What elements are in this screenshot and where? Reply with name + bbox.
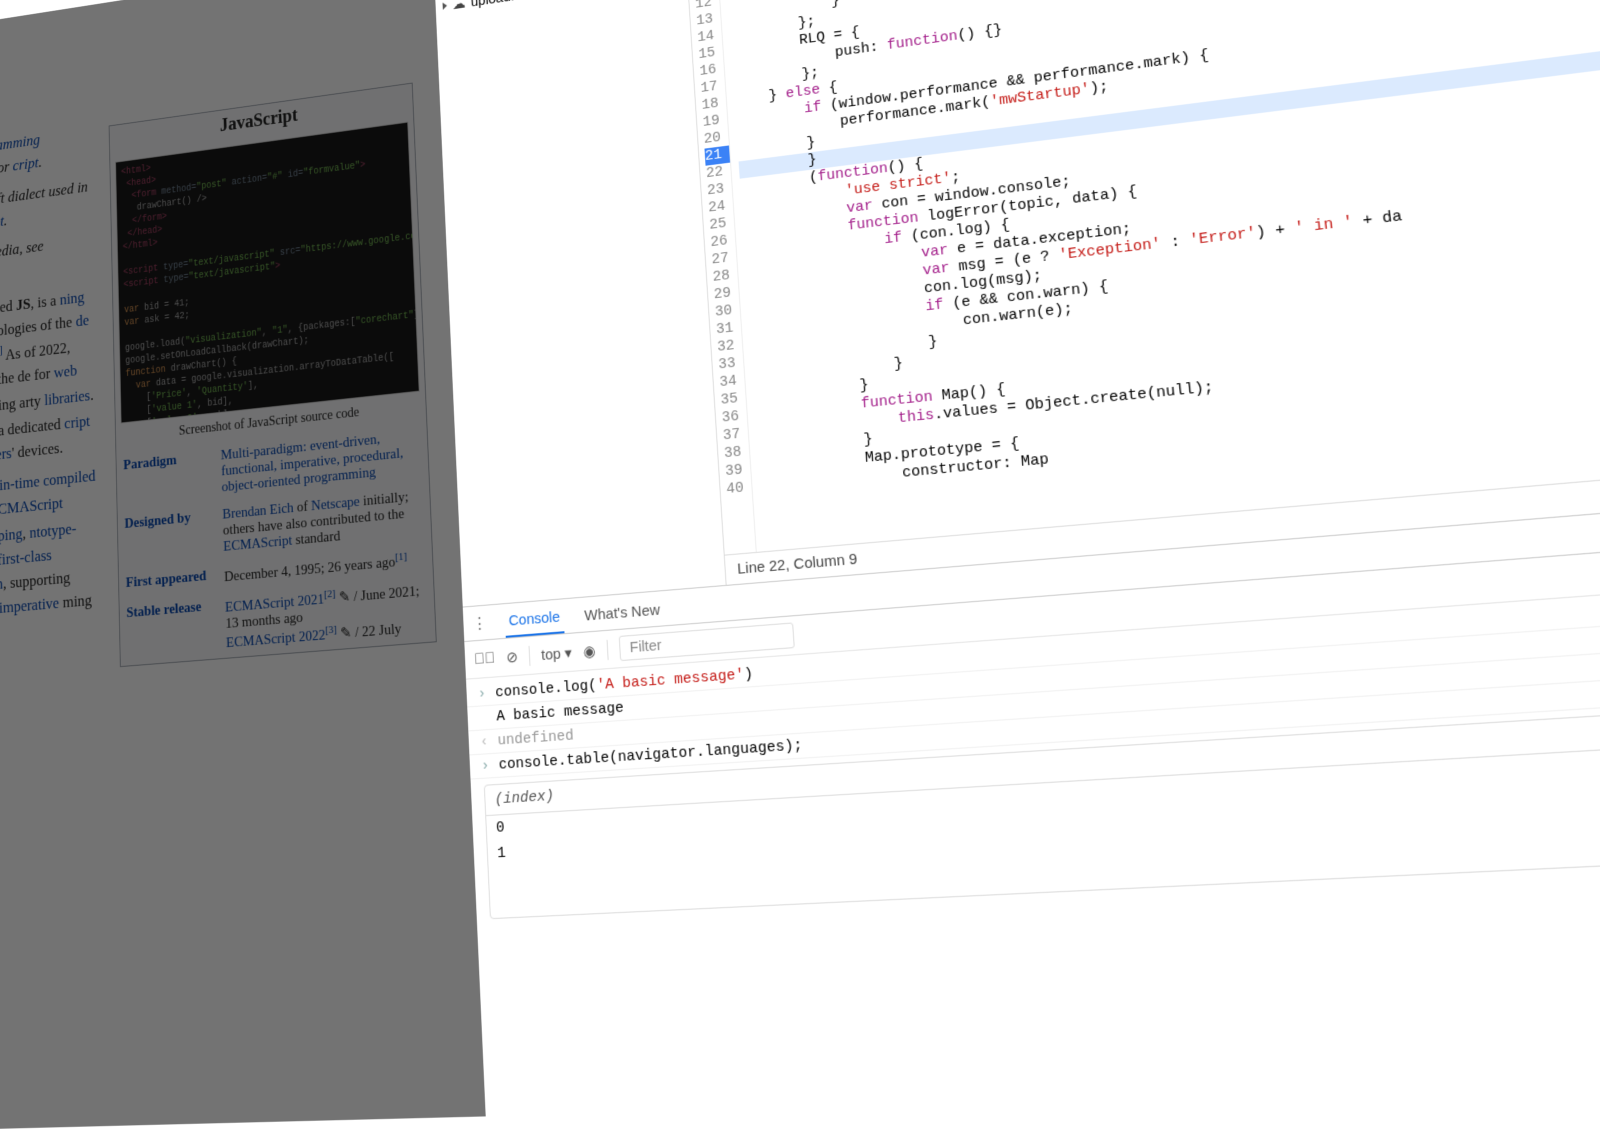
return-chevron-icon: ‹ [480,734,489,752]
code-area[interactable]: while (window. NORLQ.shift()(); } NORLQ … [714,0,1600,552]
wiki-link[interactable]: cript [13,154,39,174]
file-tree[interactable]: wiki JavaScript ☁ upload.wikimedia.org [433,0,727,607]
infobox: JavaScript <html> <head> <form method="p… [109,83,437,668]
clear-icon[interactable]: ⊘ [506,648,519,667]
code-editor[interactable]: 7891011121314151617181920212223242526272… [684,0,1600,585]
domain-label: upload.wikimedia.org [470,0,597,10]
disclosure-icon[interactable] [443,2,448,10]
infobox-link[interactable]: Multi-paradigm: event-driven, functional… [221,432,404,495]
infobox-image: <html> <head> <form method="post" action… [115,122,419,424]
tab-console[interactable]: Console [504,600,564,637]
devtools-panel: wiki JavaScript ☁ upload.wikimedia.org 7… [433,0,1600,1116]
play-icon[interactable]: ▸⃞ [474,650,496,668]
infobox-row-key: Stable release [119,592,219,666]
filter-input[interactable]: Filter [619,623,795,662]
infobox-row-key: Paradigm [116,443,215,511]
input-chevron-icon: › [481,758,490,776]
cloud-icon: ☁ [452,0,466,13]
context-selector[interactable]: top ▾ [541,644,572,664]
tab-whats-new[interactable]: What's New [580,593,665,631]
tree-domain[interactable]: ☁ upload.wikimedia.org [435,0,687,18]
input-chevron-icon: › [477,686,486,704]
infobox-row-key: Designed by [118,502,217,570]
kebab-icon[interactable]: ⋮ [470,606,489,641]
wikipedia-article: Script ia, the free encyclopedia JavaScr… [0,0,486,1133]
eye-icon[interactable]: ◉ [583,642,596,661]
